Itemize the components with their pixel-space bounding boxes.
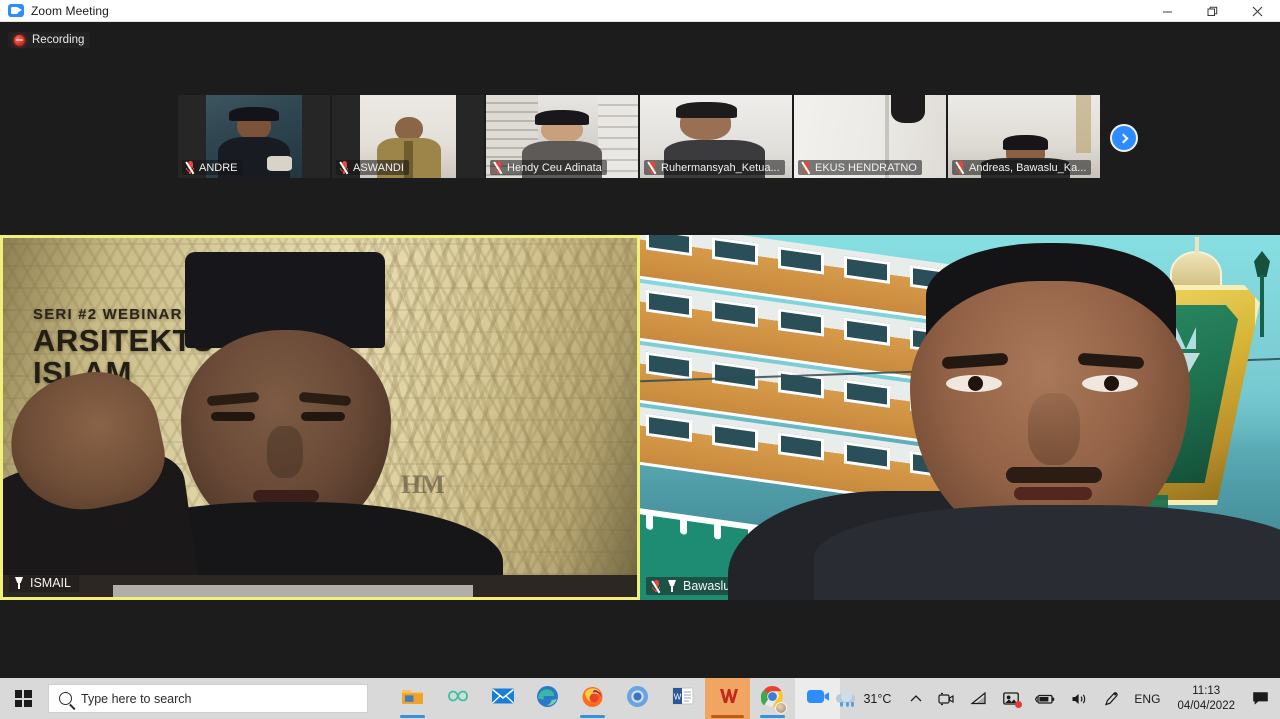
battery-icon[interactable] [1028, 678, 1062, 719]
zoom-icon [806, 687, 830, 711]
wifi-icon[interactable] [963, 678, 994, 719]
recording-indicator[interactable]: Recording [8, 32, 91, 48]
participant-name: ASWANDI [353, 161, 404, 174]
system-tray: 31°C ENG 11:13 04/04/2022 [830, 678, 1280, 719]
windows-taskbar: Type here to search W 31°C ENG 11:13 04/… [0, 678, 1280, 719]
mic-muted-icon [185, 161, 195, 175]
mic-muted-icon [801, 161, 811, 175]
main-video-name-badge: ISMAIL [9, 574, 79, 592]
mic-muted-icon [647, 161, 657, 175]
volume-icon[interactable] [1064, 678, 1095, 719]
taskbar-app-microsoft-word[interactable]: W [660, 678, 705, 719]
participant-thumbnail[interactable]: Andreas, Bawaslu_Ka... [948, 95, 1100, 178]
thumbnail-name-badge: Andreas, Bawaslu_Ka... [952, 160, 1092, 175]
search-input[interactable]: Type here to search [48, 684, 368, 713]
participant-thumbnail[interactable]: Hendy Ceu Adinata [486, 95, 638, 178]
notifications-button[interactable] [1245, 678, 1276, 719]
taskbar-app-microsoft-edge[interactable] [525, 678, 570, 719]
main-video-tile[interactable]: SERI #2 WEBINAR ARSITEKTU ISLAM HM [0, 235, 640, 600]
clock-date: 04/04/2022 [1177, 699, 1235, 712]
search-placeholder: Type here to search [81, 691, 192, 706]
chevron-right-icon [1118, 133, 1128, 143]
firefox-icon [581, 685, 604, 713]
window-title: Zoom Meeting [31, 3, 109, 18]
mail-icon [491, 687, 515, 710]
next-page-button[interactable] [1110, 124, 1138, 152]
main-video-tile[interactable]: I LOVE SEK [640, 235, 1280, 600]
taskbar-app-google-chrome[interactable] [750, 678, 795, 719]
recording-label: Recording [32, 34, 85, 46]
desk-paper [113, 585, 473, 597]
taskbar-app-wps-office[interactable] [705, 678, 750, 719]
participant-thumbnail-strip: ANDRE ASWANDI Hendy Ceu Adinata Ruherman… [178, 95, 1100, 178]
edge-icon [536, 685, 559, 713]
search-icon [59, 692, 72, 705]
taskbar-app-office-loop[interactable] [435, 678, 480, 719]
file-explorer-icon [401, 686, 425, 711]
zoom-icon [8, 3, 24, 19]
camera-icon[interactable] [931, 678, 961, 719]
main-video-stage: SERI #2 WEBINAR ARSITEKTU ISLAM HM [0, 235, 1280, 600]
thumbnail-name-badge: Hendy Ceu Adinata [490, 160, 607, 175]
recording-icon [14, 34, 25, 46]
thumbnail-name-badge: ANDRE [182, 160, 243, 175]
participant-thumbnail[interactable]: ANDRE [178, 95, 330, 178]
taskbar-app-mail[interactable] [480, 678, 525, 719]
chrome-icon [760, 685, 787, 714]
chrome-profile-avatar [775, 701, 787, 714]
svg-text:W: W [673, 693, 681, 702]
taskbar-app-file-explorer[interactable] [390, 678, 435, 719]
taskbar-app-firefox[interactable] [570, 678, 615, 719]
zoom-screen-share-icon[interactable] [996, 678, 1026, 719]
window-title-bar: Zoom Meeting [0, 0, 1280, 22]
torso [814, 505, 1280, 600]
participant-name: ISMAIL [30, 576, 71, 590]
word-icon: W [672, 686, 694, 711]
pin-icon [667, 580, 677, 592]
start-button[interactable] [0, 678, 46, 719]
clock[interactable]: 11:13 04/04/2022 [1169, 684, 1243, 713]
clock-time: 11:13 [1192, 685, 1221, 698]
mic-muted-icon [493, 161, 503, 175]
thumbnail-name-badge: EKUS HENDRATNO [798, 160, 922, 175]
wps-icon [717, 686, 739, 711]
rain-cloud-icon [836, 691, 856, 707]
participant-name: ANDRE [199, 161, 238, 174]
participant-name: Hendy Ceu Adinata [507, 161, 602, 174]
thumbnail-name-badge: ASWANDI [336, 160, 409, 175]
restore-button[interactable] [1190, 0, 1235, 22]
participant-thumbnail[interactable]: EKUS HENDRATNO [794, 95, 946, 178]
participant-thumbnail[interactable]: ASWANDI [332, 95, 484, 178]
close-button[interactable] [1235, 0, 1280, 22]
participant-thumbnail[interactable]: Ruhermansyah_Ketua... [640, 95, 792, 178]
show-hidden-icons-button[interactable] [903, 678, 929, 719]
participant-name: Ruhermansyah_Ketua... [661, 161, 780, 174]
chromium-icon [626, 685, 649, 713]
taskbar-app-chromium[interactable] [615, 678, 660, 719]
loop-infinity-icon [445, 687, 471, 710]
zoom-meeting-window: Recording ANDRE ASWANDI Hendy Ceu Adinat… [0, 22, 1280, 697]
taskbar-app-buttons: W [390, 678, 840, 719]
screen-share-active-dot [1015, 701, 1023, 708]
window-controls [1145, 0, 1280, 22]
minimize-button[interactable] [1145, 0, 1190, 22]
participant-name: EKUS HENDRATNO [815, 161, 917, 174]
weather-widget[interactable]: 31°C [830, 691, 901, 707]
pin-icon [14, 577, 24, 589]
mic-muted-icon [955, 161, 965, 175]
participant-video-person [728, 243, 1280, 600]
mic-muted-icon [339, 161, 349, 175]
weather-temperature: 31°C [863, 691, 892, 706]
mic-muted-icon [651, 579, 661, 593]
language-indicator[interactable]: ENG [1127, 678, 1167, 719]
participant-video-person [3, 252, 503, 597]
thumbnail-name-badge: Ruhermansyah_Ketua... [644, 160, 785, 175]
pen-icon[interactable] [1097, 678, 1125, 719]
participant-name: Andreas, Bawaslu_Ka... [969, 161, 1087, 174]
windows-logo-icon [14, 690, 32, 707]
